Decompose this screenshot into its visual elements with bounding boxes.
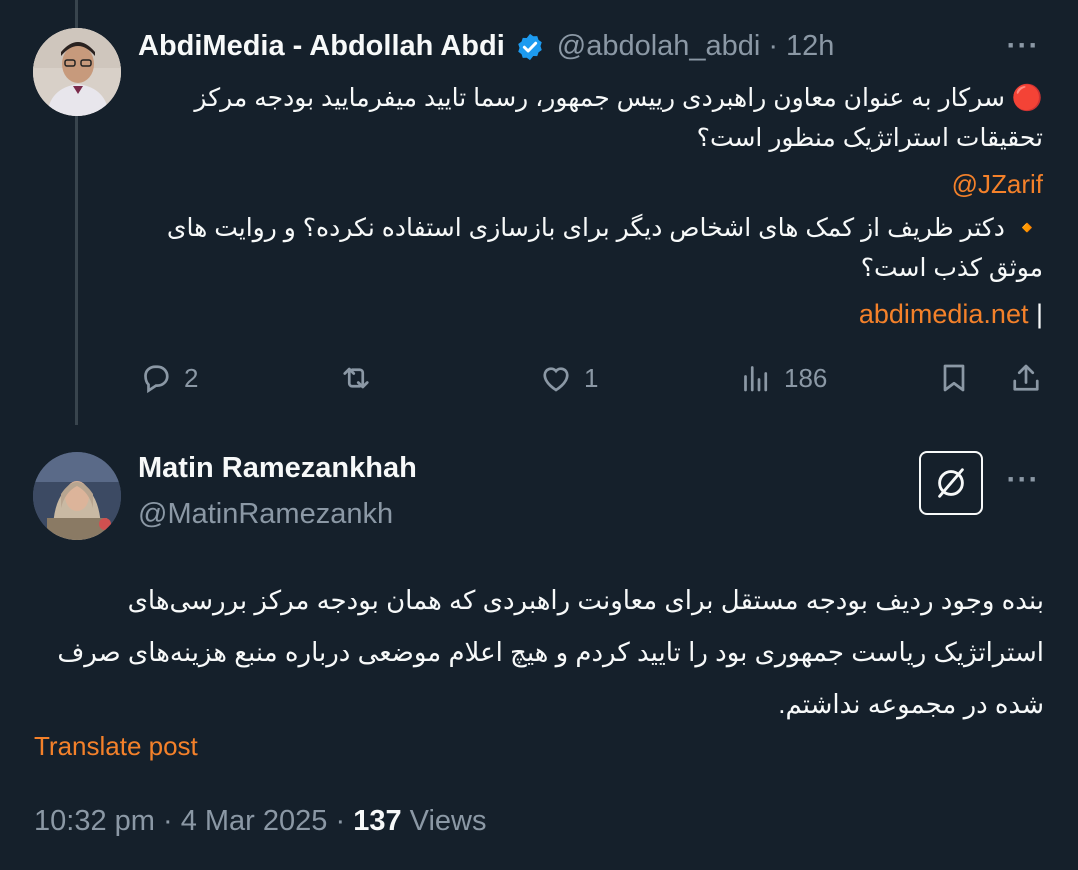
- site-link[interactable]: abdimedia.net: [859, 299, 1029, 329]
- translate-post-link[interactable]: Translate post: [34, 731, 198, 762]
- post-header: AbdiMedia - Abdollah Abdi @abdolah_abdi …: [138, 30, 834, 63]
- grok-button[interactable]: [919, 451, 983, 515]
- post-date[interactable]: 4 Mar 2025: [181, 805, 328, 837]
- repost-icon: [343, 367, 369, 389]
- views-count: 137: [353, 805, 402, 837]
- mention-jzarif[interactable]: @JZarif: [952, 169, 1043, 199]
- verified-badge-icon: [515, 32, 545, 62]
- share-icon: [1013, 364, 1039, 391]
- separator-dot: ·: [335, 805, 354, 837]
- views-count: 186: [784, 362, 828, 393]
- separator-dot: ·: [768, 30, 779, 62]
- reply-count: 2: [184, 362, 199, 393]
- reply-author-handle[interactable]: @MatinRamezankh: [138, 498, 393, 531]
- views-icon: [744, 366, 768, 392]
- reply-text: بنده وجود ردیف بودجه مستقل برای معاونت ر…: [57, 585, 1044, 719]
- reply-icon: [144, 365, 169, 394]
- post-actions: 2 1 186: [138, 360, 1043, 404]
- post-time[interactable]: 12h: [786, 30, 834, 63]
- author-name[interactable]: AbdiMedia - Abdollah Abdi: [138, 30, 505, 63]
- bookmark-button[interactable]: [936, 360, 972, 396]
- avatar[interactable]: [33, 452, 121, 540]
- site-link-row: abdimedia.net |: [138, 294, 1043, 334]
- more-icon[interactable]: ···: [1003, 465, 1043, 500]
- post-time[interactable]: 10:32 pm: [34, 805, 155, 837]
- like-button[interactable]: 1: [538, 360, 598, 396]
- bookmark-icon: [943, 364, 965, 392]
- mention-link: @JZarif: [138, 164, 1043, 204]
- reply-button[interactable]: 2: [138, 360, 198, 396]
- views-button[interactable]: 186: [738, 360, 827, 396]
- repost-button[interactable]: [338, 360, 384, 396]
- site-suffix: |: [1035, 299, 1043, 329]
- like-icon: [543, 367, 569, 392]
- author-handle[interactable]: @abdolah_abdi: [557, 30, 761, 63]
- reply-author-name[interactable]: Matin Ramezankhah: [138, 452, 417, 485]
- post-meta: 10:32 pm · 4 Mar 2025 · 137 Views: [34, 805, 486, 838]
- post-text-line1: 🔴 سرکار به عنوان معاون راهبردی رییس جمهو…: [194, 84, 1043, 152]
- grok-icon: [938, 468, 964, 498]
- more-icon[interactable]: ···: [1003, 31, 1043, 66]
- like-count: 1: [584, 362, 599, 393]
- share-button[interactable]: [1008, 360, 1044, 396]
- post-text-line2: 🔸 دکتر ظریف از کمک های اشخاص دیگر برای ب…: [166, 214, 1043, 282]
- avatar[interactable]: [33, 28, 121, 116]
- separator-dot: ·: [162, 805, 181, 837]
- views-label: Views: [409, 805, 487, 837]
